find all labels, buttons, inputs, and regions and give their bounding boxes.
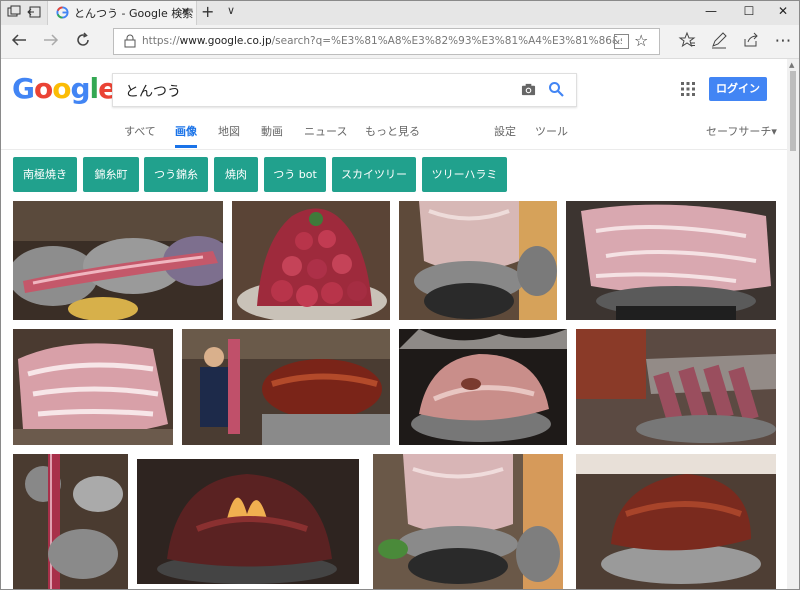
lock-icon [124, 34, 136, 48]
image-result[interactable] [13, 201, 223, 320]
tab-all[interactable]: すべて [124, 123, 156, 139]
window-close-icon[interactable]: ✕ [773, 4, 793, 20]
flaming-meat-dome-image [137, 459, 359, 584]
chip-tsuu-kinshi[interactable]: つう錦糸 [144, 157, 208, 192]
long-meat-strip-image [13, 454, 128, 589]
tab-close-icon[interactable]: ✕ [181, 5, 190, 18]
url-text: https://www.google.co.jp/search?q=%E3%81… [142, 35, 622, 47]
search-icon[interactable] [548, 81, 564, 97]
image-result[interactable] [13, 329, 173, 445]
settings-link[interactable]: 設定 [494, 123, 516, 139]
marbled-meat-block-image [566, 201, 776, 320]
share-icon[interactable] [741, 31, 761, 51]
sliced-meat-smoke-image [576, 329, 776, 445]
favorite-star-icon[interactable]: ☆ [634, 31, 648, 50]
tab-bar: とんつう - Google 検索 ✕ + ∨ — ☐ ✕ [1, 1, 799, 25]
camera-search-icon[interactable] [521, 82, 536, 97]
chip-tsuu-bot[interactable]: つう bot [264, 157, 326, 192]
refresh-icon[interactable] [73, 31, 93, 51]
meat-block-grill-1-image [399, 201, 557, 320]
google-logo[interactable]: Google [12, 72, 117, 105]
logo-letter: g [70, 72, 90, 105]
tools-link[interactable]: ツール [535, 123, 568, 139]
image-result[interactable] [373, 454, 563, 589]
browser-window: とんつう - Google 検索 ✕ + ∨ — ☐ ✕ https://www… [0, 0, 800, 590]
apps-grid-icon[interactable] [681, 82, 695, 96]
image-result[interactable] [566, 201, 776, 320]
hub-icon[interactable] [677, 31, 697, 51]
image-result[interactable] [137, 459, 359, 584]
logo-letter: o [33, 72, 53, 105]
tab-list-chevron-icon[interactable]: ∨ [227, 4, 235, 17]
logo-letter: o [52, 72, 71, 105]
meat-grill-strip-image [13, 201, 223, 320]
search-box[interactable]: とんつう [112, 73, 577, 107]
reading-view-icon[interactable] [614, 34, 629, 49]
google-favicon-icon [56, 6, 69, 19]
active-tab[interactable]: とんつう - Google 検索 ✕ [47, 1, 197, 25]
scroll-up-icon[interactable]: ▲ [789, 61, 794, 69]
tab-images[interactable]: 画像 [175, 123, 197, 148]
image-result[interactable] [399, 329, 567, 445]
google-header: Google とんつう ログイン すべて 画像 地図 動画 ニュース もっと見る… [1, 59, 787, 150]
meat-roses-tower-image [232, 201, 390, 320]
chip-nankyoku-yaki[interactable]: 南極焼き [13, 157, 77, 192]
safesearch-dropdown[interactable]: セーフサーチ▾ [706, 123, 777, 139]
back-arrow-icon[interactable] [9, 31, 29, 51]
tab-maps[interactable]: 地図 [218, 123, 240, 139]
chip-skytree[interactable]: スカイツリー [332, 157, 416, 192]
page-scrollbar[interactable]: ▲ [787, 59, 799, 589]
image-result[interactable] [13, 454, 128, 589]
minimize-icon[interactable]: — [701, 4, 721, 20]
image-result[interactable] [576, 329, 776, 445]
tab-news[interactable]: ニュース [304, 123, 347, 139]
charred-meat-grill-image [576, 454, 776, 589]
set-aside-tabs-icon[interactable] [27, 5, 41, 19]
tab-videos[interactable]: 動画 [261, 123, 283, 139]
tab-preview-icon[interactable] [7, 5, 21, 19]
logo-letter: G [12, 72, 35, 105]
tab-more[interactable]: もっと見る [365, 123, 420, 139]
logo-letter: l [89, 72, 100, 105]
chip-kinshicho[interactable]: 錦糸町 [83, 157, 139, 192]
marbled-meat-closeup-image [13, 329, 173, 445]
image-result[interactable] [182, 329, 390, 445]
image-result[interactable] [232, 201, 390, 320]
more-icon[interactable]: ⋯ [773, 31, 793, 51]
address-bar[interactable]: https://www.google.co.jp/search?q=%E3%81… [113, 28, 660, 55]
person-holding-meat-image [182, 329, 390, 445]
tab-title: とんつう - Google 検索 [74, 7, 194, 20]
search-tabs: すべて 画像 地図 動画 ニュース もっと見る 設定 ツール セーフサーチ▾ [1, 123, 787, 148]
login-button[interactable]: ログイン [709, 77, 767, 101]
new-tab-icon[interactable]: + [201, 2, 214, 21]
meat-block-grill-2-image [373, 454, 563, 589]
navigation-bar: https://www.google.co.jp/search?q=%E3%81… [1, 25, 799, 59]
image-result[interactable] [576, 454, 776, 589]
chip-tree-harami[interactable]: ツリーハラミ [422, 157, 507, 192]
scroll-thumb[interactable] [790, 71, 796, 151]
search-input[interactable]: とんつう [125, 81, 181, 101]
maximize-icon[interactable]: ☐ [739, 4, 759, 20]
image-result[interactable] [399, 201, 557, 320]
meat-mountain-smoke-image [399, 329, 567, 445]
web-note-pen-icon[interactable] [709, 31, 729, 51]
forward-arrow-icon[interactable] [41, 31, 61, 51]
chip-yakiniku[interactable]: 焼肉 [214, 157, 258, 192]
